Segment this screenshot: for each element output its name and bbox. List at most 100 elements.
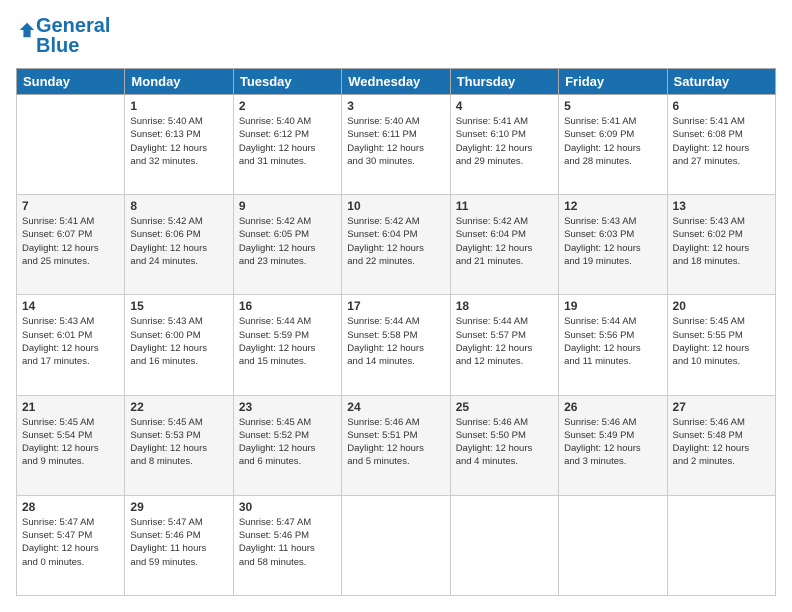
day-number: 19: [564, 299, 661, 313]
day-cell: 10 Sunrise: 5:42 AM Sunset: 6:04 PM Dayli…: [342, 195, 450, 295]
day-cell: 30 Sunrise: 5:47 AM Sunset: 5:46 PM Dayli…: [233, 495, 341, 595]
logo: General Blue: [16, 16, 110, 56]
day-cell: 15 Sunrise: 5:43 AM Sunset: 6:00 PM Dayli…: [125, 295, 233, 395]
day-cell: 1 Sunrise: 5:40 AM Sunset: 6:13 PM Daylig…: [125, 95, 233, 195]
col-header-tuesday: Tuesday: [233, 69, 341, 95]
day-number: 3: [347, 99, 444, 113]
day-number: 22: [130, 400, 227, 414]
day-number: 2: [239, 99, 336, 113]
day-cell: 24 Sunrise: 5:46 AM Sunset: 5:51 PM Dayli…: [342, 395, 450, 495]
day-info: Sunrise: 5:46 AM Sunset: 5:51 PM Dayligh…: [347, 416, 444, 469]
col-header-wednesday: Wednesday: [342, 69, 450, 95]
day-cell: 8 Sunrise: 5:42 AM Sunset: 6:06 PM Daylig…: [125, 195, 233, 295]
day-info: Sunrise: 5:42 AM Sunset: 6:04 PM Dayligh…: [456, 215, 553, 268]
day-cell: [342, 495, 450, 595]
day-info: Sunrise: 5:45 AM Sunset: 5:52 PM Dayligh…: [239, 416, 336, 469]
day-cell: 25 Sunrise: 5:46 AM Sunset: 5:50 PM Dayli…: [450, 395, 558, 495]
day-cell: 18Sunrise: 5:44 AM Sunset: 5:57 PM Dayli…: [450, 295, 558, 395]
day-cell: 13 Sunrise: 5:43 AM Sunset: 6:02 PM Dayli…: [667, 195, 775, 295]
day-cell: 22 Sunrise: 5:45 AM Sunset: 5:53 PM Dayli…: [125, 395, 233, 495]
day-cell: 16 Sunrise: 5:44 AM Sunset: 5:59 PM Dayli…: [233, 295, 341, 395]
calendar-table: SundayMondayTuesdayWednesdayThursdayFrid…: [16, 68, 776, 596]
day-number: 11: [456, 199, 553, 213]
day-cell: 21 Sunrise: 5:45 AM Sunset: 5:54 PM Dayli…: [17, 395, 125, 495]
day-number: 24: [347, 400, 444, 414]
col-header-thursday: Thursday: [450, 69, 558, 95]
day-number: 30: [239, 500, 336, 514]
day-info: Sunrise: 5:46 AM Sunset: 5:49 PM Dayligh…: [564, 416, 661, 469]
day-number: 23: [239, 400, 336, 414]
day-info: Sunrise: 5:47 AM Sunset: 5:46 PM Dayligh…: [130, 516, 227, 569]
day-number: 25: [456, 400, 553, 414]
day-info: Sunrise: 5:44 AM Sunset: 5:58 PM Dayligh…: [347, 315, 444, 368]
day-info: Sunrise: 5:41 AM Sunset: 6:09 PM Dayligh…: [564, 115, 661, 168]
day-number: 17: [347, 299, 444, 313]
day-info: Sunrise: 5:44 AM Sunset: 5:56 PM Dayligh…: [564, 315, 661, 368]
header: General Blue: [16, 16, 776, 56]
day-number: 1: [130, 99, 227, 113]
day-cell: 29 Sunrise: 5:47 AM Sunset: 5:46 PM Dayli…: [125, 495, 233, 595]
day-number: 18: [456, 299, 553, 313]
week-row-1: 1 Sunrise: 5:40 AM Sunset: 6:13 PM Daylig…: [17, 95, 776, 195]
day-number: 10: [347, 199, 444, 213]
day-info: Sunrise: 5:41 AM Sunset: 6:08 PM Dayligh…: [673, 115, 770, 168]
day-cell: [559, 495, 667, 595]
day-number: 9: [239, 199, 336, 213]
day-info: Sunrise: 5:43 AM Sunset: 6:01 PM Dayligh…: [22, 315, 119, 368]
week-row-4: 21 Sunrise: 5:45 AM Sunset: 5:54 PM Dayli…: [17, 395, 776, 495]
day-number: 21: [22, 400, 119, 414]
day-info: Sunrise: 5:45 AM Sunset: 5:53 PM Dayligh…: [130, 416, 227, 469]
day-cell: 20 Sunrise: 5:45 AM Sunset: 5:55 PM Dayli…: [667, 295, 775, 395]
day-cell: 27Sunrise: 5:46 AM Sunset: 5:48 PM Dayli…: [667, 395, 775, 495]
day-number: 20: [673, 299, 770, 313]
day-number: 16: [239, 299, 336, 313]
day-number: 14: [22, 299, 119, 313]
day-info: Sunrise: 5:42 AM Sunset: 6:06 PM Dayligh…: [130, 215, 227, 268]
day-cell: 11 Sunrise: 5:42 AM Sunset: 6:04 PM Dayli…: [450, 195, 558, 295]
day-info: Sunrise: 5:43 AM Sunset: 6:03 PM Dayligh…: [564, 215, 661, 268]
col-header-monday: Monday: [125, 69, 233, 95]
day-cell: [667, 495, 775, 595]
day-cell: 26 Sunrise: 5:46 AM Sunset: 5:49 PM Dayli…: [559, 395, 667, 495]
day-info: Sunrise: 5:41 AM Sunset: 6:10 PM Dayligh…: [456, 115, 553, 168]
day-cell: 14 Sunrise: 5:43 AM Sunset: 6:01 PM Dayli…: [17, 295, 125, 395]
day-info: Sunrise: 5:44 AM Sunset: 5:59 PM Dayligh…: [239, 315, 336, 368]
day-info: Sunrise: 5:42 AM Sunset: 6:04 PM Dayligh…: [347, 215, 444, 268]
day-info: Sunrise: 5:47 AM Sunset: 5:47 PM Dayligh…: [22, 516, 119, 569]
day-number: 7: [22, 199, 119, 213]
day-number: 28: [22, 500, 119, 514]
day-cell: 17 Sunrise: 5:44 AM Sunset: 5:58 PM Dayli…: [342, 295, 450, 395]
day-info: Sunrise: 5:45 AM Sunset: 5:55 PM Dayligh…: [673, 315, 770, 368]
day-info: Sunrise: 5:43 AM Sunset: 6:02 PM Dayligh…: [673, 215, 770, 268]
day-cell: 28 Sunrise: 5:47 AM Sunset: 5:47 PM Dayli…: [17, 495, 125, 595]
day-cell: 23 Sunrise: 5:45 AM Sunset: 5:52 PM Dayli…: [233, 395, 341, 495]
day-info: Sunrise: 5:46 AM Sunset: 5:50 PM Dayligh…: [456, 416, 553, 469]
day-number: 29: [130, 500, 227, 514]
day-number: 4: [456, 99, 553, 113]
day-info: Sunrise: 5:41 AM Sunset: 6:07 PM Dayligh…: [22, 215, 119, 268]
day-info: Sunrise: 5:45 AM Sunset: 5:54 PM Dayligh…: [22, 416, 119, 469]
day-cell: 6 Sunrise: 5:41 AM Sunset: 6:08 PM Daylig…: [667, 95, 775, 195]
day-number: 6: [673, 99, 770, 113]
day-info: Sunrise: 5:40 AM Sunset: 6:11 PM Dayligh…: [347, 115, 444, 168]
day-cell: 5Sunrise: 5:41 AM Sunset: 6:09 PM Daylig…: [559, 95, 667, 195]
day-number: 15: [130, 299, 227, 313]
col-header-friday: Friday: [559, 69, 667, 95]
col-header-saturday: Saturday: [667, 69, 775, 95]
day-number: 26: [564, 400, 661, 414]
week-row-2: 7 Sunrise: 5:41 AM Sunset: 6:07 PM Daylig…: [17, 195, 776, 295]
day-info: Sunrise: 5:40 AM Sunset: 6:13 PM Dayligh…: [130, 115, 227, 168]
day-info: Sunrise: 5:47 AM Sunset: 5:46 PM Dayligh…: [239, 516, 336, 569]
day-info: Sunrise: 5:43 AM Sunset: 6:00 PM Dayligh…: [130, 315, 227, 368]
logo-general: General: [36, 16, 110, 36]
logo-blue: Blue: [36, 36, 110, 56]
day-number: 13: [673, 199, 770, 213]
column-header-row: SundayMondayTuesdayWednesdayThursdayFrid…: [17, 69, 776, 95]
day-cell: 3 Sunrise: 5:40 AM Sunset: 6:11 PM Daylig…: [342, 95, 450, 195]
day-number: 27: [673, 400, 770, 414]
page: General Blue SundayMondayTuesdayWednesda…: [0, 0, 792, 612]
day-cell: 4 Sunrise: 5:41 AM Sunset: 6:10 PM Daylig…: [450, 95, 558, 195]
day-cell: 9Sunrise: 5:42 AM Sunset: 6:05 PM Daylig…: [233, 195, 341, 295]
day-info: Sunrise: 5:40 AM Sunset: 6:12 PM Dayligh…: [239, 115, 336, 168]
day-number: 8: [130, 199, 227, 213]
